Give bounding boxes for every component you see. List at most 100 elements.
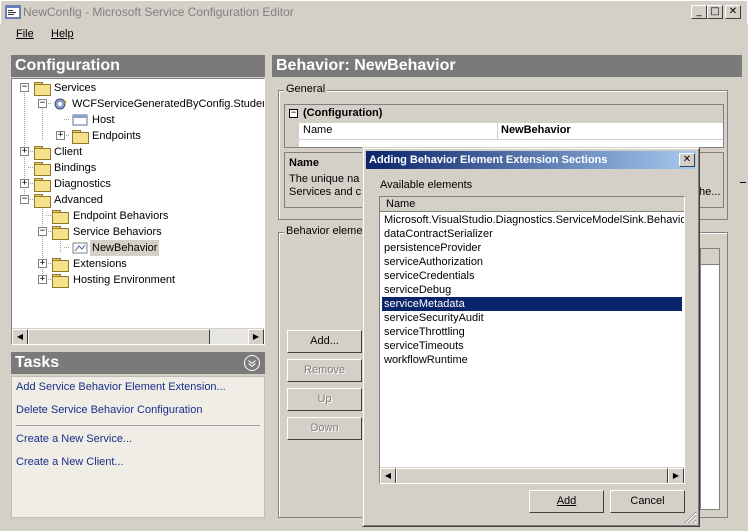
available-elements-list[interactable]: Name Microsoft.VisualStudio.Diagnostics.…: [379, 196, 685, 484]
available-elements-label: Available elements: [380, 179, 473, 191]
scroll-right-icon[interactable]: ▶: [248, 329, 264, 344]
app-icon: [5, 5, 21, 19]
tree-item-bindings[interactable]: Bindings: [12, 160, 262, 176]
expand-icon[interactable]: +: [38, 275, 47, 284]
tree-item-label: Endpoint Behaviors: [73, 210, 169, 222]
property-grid[interactable]: − (Configuration) Name NewBehavior: [284, 104, 724, 148]
list-column-header[interactable]: Name: [380, 197, 684, 212]
dialog-add-button[interactable]: Add: [529, 490, 604, 513]
list-item[interactable]: serviceSecurityAudit: [384, 311, 484, 325]
list-item[interactable]: serviceTimeouts: [384, 339, 464, 353]
scroll-right-icon[interactable]: ▶: [668, 468, 684, 483]
close-window-button[interactable]: ✕: [725, 5, 741, 19]
remove-element-button[interactable]: Remove: [287, 359, 362, 382]
resize-grip-icon[interactable]: [683, 510, 697, 524]
task-create-service[interactable]: Create a New Service...: [16, 433, 132, 445]
collapse-icon[interactable]: −: [20, 83, 29, 92]
expand-icon[interactable]: +: [56, 131, 65, 140]
folder-icon: [34, 194, 51, 208]
collapse-icon[interactable]: −: [38, 227, 47, 236]
tree-item-label: Client: [54, 146, 83, 158]
list-item[interactable]: serviceAuthorization: [384, 255, 483, 269]
collapse-chevron-icon[interactable]: [243, 354, 261, 372]
tree-item-label: Service Behaviors: [73, 226, 162, 238]
minimize-button[interactable]: _: [691, 5, 707, 19]
property-category-label: (Configuration): [303, 107, 383, 119]
menu-file[interactable]: File: [16, 28, 34, 40]
tree-item-endpoint-behaviors[interactable]: Endpoint Behaviors: [12, 208, 262, 224]
tree-item-service-student[interactable]: − WCFServiceGeneratedByConfig.Student: [12, 96, 264, 112]
tree-item-extensions[interactable]: + Extensions: [12, 256, 262, 272]
add-element-button[interactable]: Add...: [287, 330, 362, 353]
collapse-icon[interactable]: −: [38, 99, 47, 108]
list-item[interactable]: serviceCredentials: [384, 269, 474, 283]
move-up-button[interactable]: Up: [287, 388, 362, 411]
edge-mark: [740, 182, 746, 183]
dialog-cancel-button[interactable]: Cancel: [610, 490, 685, 513]
folder-icon: [52, 226, 69, 240]
move-down-button[interactable]: Down: [287, 417, 362, 440]
property-category: − (Configuration): [285, 105, 723, 123]
tree-item-label: Extensions: [73, 258, 127, 270]
expand-icon[interactable]: +: [38, 259, 47, 268]
title-bar: NewConfig - Microsoft Service Configurat…: [0, 0, 748, 24]
tree-item-label: Hosting Environment: [73, 274, 176, 286]
elements-list-header-edge: [700, 248, 720, 265]
tree-item-diagnostics[interactable]: + Diagnostics: [12, 176, 262, 192]
minimize-icon: _: [696, 6, 702, 17]
scroll-thumb[interactable]: [396, 468, 668, 483]
task-add-behavior-extension[interactable]: Add Service Behavior Element Extension..…: [16, 381, 226, 393]
tree-item-label: Bindings: [54, 162, 97, 174]
scroll-thumb[interactable]: [28, 329, 210, 344]
list-item-selected[interactable]: serviceMetadata: [382, 297, 682, 311]
add-behavior-extension-dialog: Adding Behavior Element Extension Sectio…: [362, 147, 700, 527]
task-create-client[interactable]: Create a New Client...: [16, 456, 124, 468]
folder-icon: [52, 274, 69, 288]
tree-item-newbehavior[interactable]: NewBehavior: [12, 240, 262, 256]
list-item[interactable]: dataContractSerializer: [384, 227, 493, 241]
tasks-panel: Add Service Behavior Element Extension..…: [11, 376, 265, 518]
list-horizontal-scrollbar[interactable]: ◀ ▶: [380, 467, 684, 483]
tree-item-hosting-environment[interactable]: + Hosting Environment: [12, 272, 262, 288]
list-item[interactable]: serviceDebug: [384, 283, 451, 297]
property-name-value[interactable]: NewBehavior: [501, 124, 571, 136]
behavior-icon: [72, 242, 88, 254]
tasks-header: Tasks: [11, 352, 265, 374]
expand-icon[interactable]: +: [20, 179, 29, 188]
tree-item-services[interactable]: − Services: [12, 80, 262, 96]
folder-icon: [72, 130, 89, 144]
list-item[interactable]: serviceThrottling: [384, 325, 465, 339]
tree-item-label: Advanced: [54, 194, 103, 206]
tree-item-host[interactable]: Host: [12, 112, 262, 128]
collapse-icon[interactable]: −: [20, 195, 29, 204]
tree-item-label: NewBehavior: [90, 240, 160, 256]
task-delete-behavior-config[interactable]: Delete Service Behavior Configuration: [16, 404, 203, 416]
tree-item-service-behaviors[interactable]: − Service Behaviors: [12, 224, 262, 240]
tree-item-client[interactable]: + Client: [12, 144, 262, 160]
folder-icon: [34, 146, 51, 160]
list-item[interactable]: workflowRuntime: [384, 353, 468, 367]
property-row-line: [299, 139, 723, 140]
dialog-close-button[interactable]: ✕: [679, 153, 695, 167]
maximize-button[interactable]: □: [707, 5, 723, 19]
list-item[interactable]: Microsoft.VisualStudio.Diagnostics.Servi…: [384, 213, 684, 227]
list-item[interactable]: persistenceProvider: [384, 241, 481, 255]
tree-item-label: Services: [54, 82, 97, 94]
tree-item-advanced[interactable]: − Advanced: [12, 192, 262, 208]
general-title: General: [284, 83, 328, 95]
description-line1: The unique na: [289, 173, 360, 185]
collapse-icon[interactable]: −: [289, 109, 298, 118]
expand-icon[interactable]: +: [20, 147, 29, 156]
scroll-left-icon[interactable]: ◀: [380, 468, 396, 483]
dialog-title-bar: Adding Behavior Element Extension Sectio…: [366, 151, 696, 169]
tree-horizontal-scrollbar[interactable]: ◀ ▶: [12, 328, 264, 344]
scroll-left-icon[interactable]: ◀: [12, 329, 28, 344]
behavior-header: Behavior: NewBehavior: [272, 55, 742, 77]
tree-item-label: Host: [92, 114, 115, 126]
tree-item-endpoints[interactable]: + Endpoints: [12, 128, 262, 144]
menu-help[interactable]: Help: [51, 28, 74, 40]
service-gear-icon: [54, 98, 67, 110]
configuration-tree[interactable]: − Services − WCFServiceGeneratedByConfig…: [11, 78, 265, 345]
window-title: NewConfig - Microsoft Service Configurat…: [23, 5, 294, 19]
configuration-header: Configuration: [11, 55, 265, 77]
